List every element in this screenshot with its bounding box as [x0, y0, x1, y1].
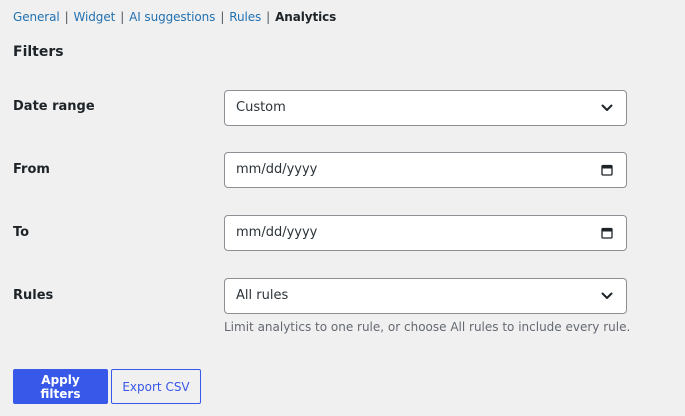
to-date-input[interactable]: mm/dd/yyyy [224, 215, 627, 251]
calendar-icon[interactable] [600, 226, 614, 240]
from-date-input[interactable]: mm/dd/yyyy [224, 152, 627, 188]
chevron-down-icon [600, 101, 614, 115]
rules-select[interactable]: All rules [224, 278, 627, 314]
filters-heading: Filters [13, 44, 64, 60]
nav-separator: | [120, 10, 125, 24]
chevron-down-icon [600, 289, 614, 303]
tab-analytics-current: Analytics [275, 10, 337, 24]
from-date-value: mm/dd/yyyy [236, 162, 318, 177]
calendar-icon[interactable] [600, 163, 614, 177]
tab-general[interactable]: General [13, 10, 60, 24]
date-range-select[interactable]: Custom [224, 90, 627, 126]
tab-ai-suggestions[interactable]: AI suggestions [129, 10, 215, 24]
rules-help-text: Limit analytics to one rule, or choose A… [224, 320, 631, 334]
rules-label: Rules [13, 288, 54, 303]
rules-value: All rules [236, 288, 289, 303]
tab-rules[interactable]: Rules [229, 10, 261, 24]
date-range-label: Date range [13, 99, 95, 114]
nav-separator: | [64, 10, 69, 24]
nav-separator: | [220, 10, 225, 24]
date-range-value: Custom [236, 100, 286, 115]
tab-widget[interactable]: Widget [74, 10, 116, 24]
settings-tab-nav: General | Widget | AI suggestions | Rules | Anal… [13, 9, 336, 25]
to-date-value: mm/dd/yyyy [236, 225, 318, 240]
from-label: From [13, 162, 50, 177]
nav-separator: | [266, 10, 271, 24]
to-label: To [13, 225, 30, 240]
apply-filters-button[interactable]: Apply filters [13, 369, 108, 404]
export-csv-button[interactable]: Export CSV [111, 369, 201, 404]
